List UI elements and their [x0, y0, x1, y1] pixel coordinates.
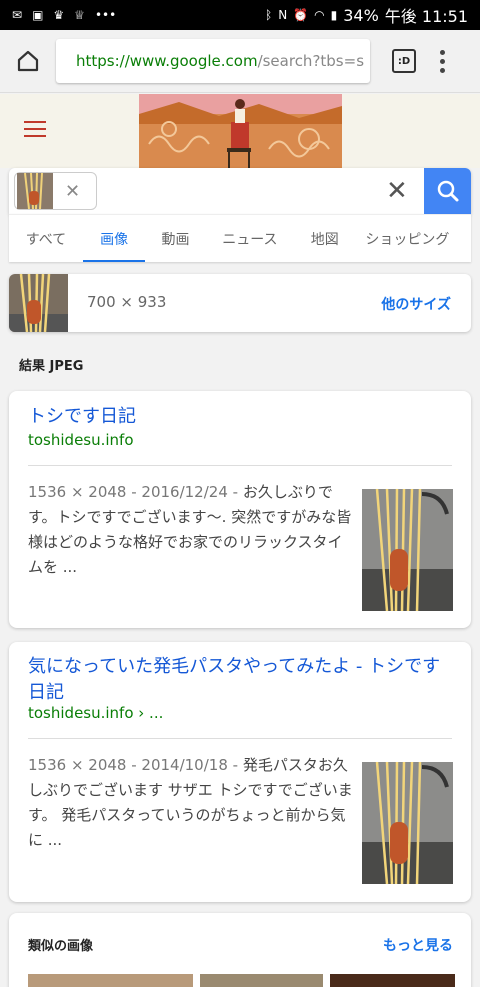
tab-switcher-button[interactable]: :D: [392, 49, 416, 73]
result-url[interactable]: toshidesu.info › ...: [28, 704, 163, 722]
similar-image[interactable]: [28, 974, 193, 987]
status-bar: ✉ ▣ ♛ ♕ ••• ᛒ N ⏰ ◠ ▮ 34% 午後 11:51: [0, 0, 480, 30]
url-bar[interactable]: https://www.google.com/search?tbs=s: [56, 39, 370, 83]
battery-level: 34%: [343, 5, 379, 25]
result-title[interactable]: 気になっていた発毛パスタやってみたよ - トシです日記: [28, 654, 453, 706]
search-icon: [437, 180, 458, 202]
result-snippet: 1536 × 2048 - 2014/10/18 - 発毛パスタお久しぶりでござ…: [28, 753, 354, 853]
result-divider: [28, 465, 452, 466]
result-snippet: 1536 × 2048 - 2016/12/24 - お久しぶりです。トシですで…: [28, 480, 354, 580]
result-card: トシです日記 toshidesu.info 1536 × 2048 - 2016…: [9, 391, 471, 628]
more-dots-icon: •••: [94, 8, 117, 22]
result-meta: 1536 × 2048 - 2016/12/24 -: [28, 483, 243, 501]
query-image-thumbnail[interactable]: [9, 274, 68, 332]
clock: 午後 11:51: [384, 7, 468, 26]
result-title[interactable]: トシです日記: [28, 404, 453, 430]
image-icon: ▣: [32, 8, 44, 22]
search-box[interactable]: ✕ ✕: [9, 168, 471, 214]
bluetooth-icon: ᛒ: [265, 8, 273, 22]
result-card: 気になっていた発毛パスタやってみたよ - トシです日記 toshidesu.in…: [9, 642, 471, 902]
tab-all[interactable]: すべて: [9, 215, 83, 262]
result-url[interactable]: toshidesu.info: [28, 431, 134, 449]
result-divider: [28, 738, 452, 739]
alarm-icon: ⏰: [293, 8, 309, 22]
result-thumbnail[interactable]: [362, 762, 453, 884]
tab-images[interactable]: 画像: [82, 215, 146, 262]
menu-dot: [440, 49, 445, 55]
clear-search-icon[interactable]: ✕: [386, 176, 408, 206]
results-heading: 結果 JPEG: [19, 359, 84, 374]
tab-maps[interactable]: 地図: [294, 215, 355, 262]
tab-news[interactable]: ニュース: [206, 215, 294, 262]
home-icon: [17, 50, 39, 72]
status-bar-right: ᛒ N ⏰ ◠ ▮ 34% 午後 11:51: [265, 3, 468, 27]
wifi-icon: ◠: [314, 8, 325, 22]
menu-dot: [440, 58, 445, 64]
status-bar-left: ✉ ▣ ♛ ♕ •••: [12, 8, 116, 22]
signal-icon: ▮: [330, 8, 338, 22]
search-tabs: すべて 画像 動画 ニュース 地図 ショッピング: [9, 214, 471, 262]
url-path: /search?tbs=s: [257, 52, 365, 70]
result-meta: 1536 × 2048 - 2014/10/18 -: [28, 756, 243, 774]
url-domain: https://www.google.com: [76, 52, 258, 70]
see-more-link[interactable]: もっと見る: [383, 935, 453, 955]
home-button[interactable]: [0, 30, 56, 93]
message-icon: ✉: [12, 8, 23, 22]
search-image-chip[interactable]: ✕: [14, 172, 97, 210]
browser-toolbar: https://www.google.com/search?tbs=s :D: [0, 30, 480, 93]
tab-shopping[interactable]: ショッピング: [355, 215, 471, 262]
hamburger-menu-icon[interactable]: [24, 121, 46, 142]
tab-videos[interactable]: 動画: [145, 215, 205, 262]
image-info-card: 700 × 933 他のサイズ: [9, 274, 471, 332]
hat-icon: ♛: [53, 8, 65, 22]
search-button[interactable]: [424, 168, 471, 214]
remove-image-icon[interactable]: ✕: [65, 181, 80, 202]
similar-images-card: 類似の画像 もっと見る: [9, 913, 471, 987]
google-doodle[interactable]: [139, 94, 342, 168]
overflow-menu-button[interactable]: [440, 49, 445, 73]
other-sizes-link[interactable]: 他のサイズ: [381, 294, 451, 314]
menu-dot: [440, 67, 445, 73]
similar-image[interactable]: [200, 974, 323, 987]
similar-images-title: 類似の画像: [28, 939, 94, 954]
similar-image[interactable]: [330, 974, 455, 987]
result-thumbnail[interactable]: [362, 489, 453, 611]
image-dimensions: 700 × 933: [87, 293, 167, 311]
nfc-icon: N: [278, 8, 288, 22]
google-header: [0, 94, 480, 168]
search-image-thumbnail: [17, 173, 53, 209]
crown-icon: ♕: [74, 8, 85, 22]
